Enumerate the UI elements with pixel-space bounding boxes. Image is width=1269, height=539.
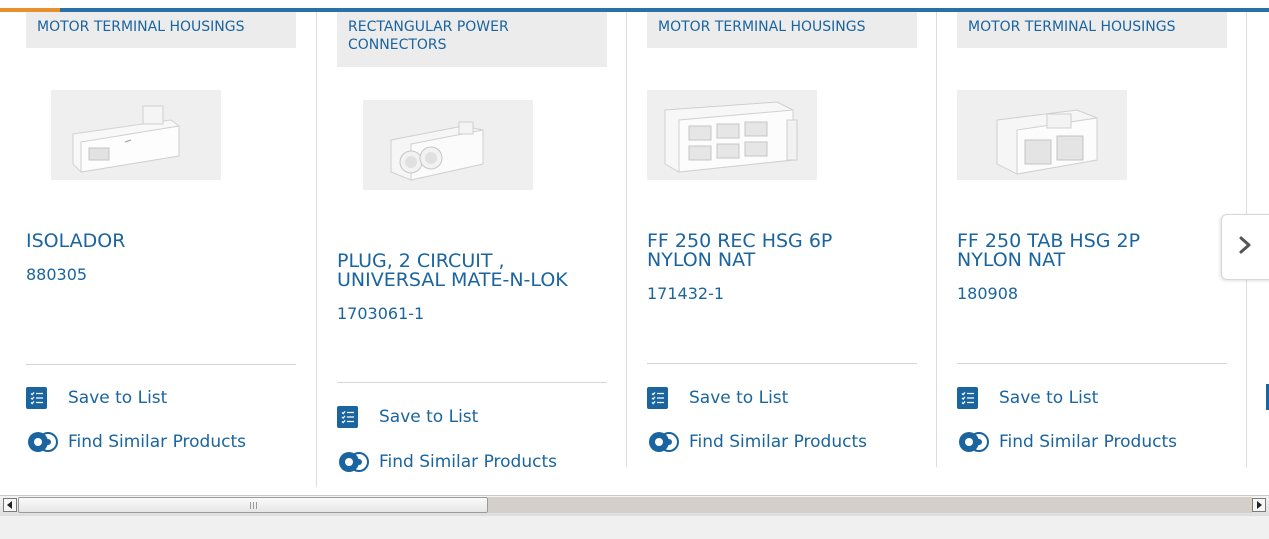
bottom-area [0,516,1269,539]
save-to-list-label: Save to List [999,388,1099,408]
find-similar-label: Find Similar Products [68,432,246,452]
similar-products-icon [337,449,371,475]
product-name[interactable]: ISOLADOR [26,232,288,251]
category-tag[interactable]: RECTANGULAR POWER CONNECTORS [337,12,607,67]
product-card: MOTOR TERMINAL HOUSINGS FF 250 REC HSG 6… [647,12,917,495]
save-to-list-label: Save to List [68,388,168,408]
category-tag[interactable]: MOTOR TERMINAL HOUSINGS [26,12,296,48]
part-number[interactable]: 171432-1 [647,285,724,303]
card-separator [337,382,607,383]
save-to-list-button[interactable]: Save to List [26,385,167,411]
save-to-list-button[interactable]: Save to List [337,404,478,430]
checklist-icon [26,387,47,409]
part-number[interactable]: 180908 [957,285,1018,303]
product-name[interactable]: PLUG, 2 CIRCUIT , UNIVERSAL MATE-N-LOK [337,252,599,290]
card-separator [26,364,296,365]
find-similar-button[interactable]: Find Similar Products [647,429,867,455]
scrollbar-track-remaining[interactable] [488,497,1252,513]
checklist-icon [957,387,978,409]
find-similar-label: Find Similar Products [999,432,1177,452]
chevron-right-icon [1238,236,1252,258]
carousel-next-button[interactable] [1221,214,1269,280]
product-carousel: MOTOR TERMINAL HOUSINGS ISOLADOR 880305 … [0,12,1269,495]
scrollbar-thumb[interactable] [18,497,488,513]
product-card: MOTOR TERMINAL HOUSINGS FF 250 TAB HSG 2… [957,12,1227,495]
similar-products-icon [957,429,991,455]
card-divider [936,12,937,467]
product-name[interactable]: FF 250 REC HSG 6P NYLON NAT [647,232,877,270]
card-divider [626,12,627,467]
find-similar-label: Find Similar Products [689,432,867,452]
part-number[interactable]: 880305 [26,266,87,284]
card-separator [647,363,917,364]
top-accent-bar [0,0,1269,12]
find-similar-button[interactable]: Find Similar Products [957,429,1177,455]
product-card: RECTANGULAR POWER CONNECTORS PLUG, 2 CIR… [337,12,607,495]
similar-products-icon [647,429,681,455]
part-number[interactable]: 1703061-1 [337,305,424,323]
find-similar-button[interactable]: Find Similar Products [26,429,246,455]
similar-products-icon [26,429,60,455]
save-to-list-button[interactable]: Save to List [647,385,788,411]
scrollbar-grip-icon [249,501,257,509]
product-name[interactable]: FF 250 TAB HSG 2P NYLON NAT [957,232,1187,270]
product-card: MOTOR TERMINAL HOUSINGS ISOLADOR 880305 … [26,12,296,495]
category-tag[interactable]: MOTOR TERMINAL HOUSINGS [957,12,1227,48]
save-to-list-button[interactable]: Save to List [957,385,1098,411]
scroll-right-arrow[interactable] [1252,498,1266,512]
find-similar-label: Find Similar Products [379,452,557,472]
card-divider [316,12,317,487]
product-image[interactable] [363,100,533,190]
category-tag[interactable]: MOTOR TERMINAL HOUSINGS [647,12,917,48]
horizontal-scrollbar[interactable] [0,495,1269,516]
card-separator [957,363,1227,364]
product-image[interactable] [957,90,1127,180]
checklist-icon [337,406,358,428]
find-similar-button[interactable]: Find Similar Products [337,449,557,475]
product-image[interactable] [51,90,221,180]
checklist-icon [647,387,668,409]
save-to-list-label: Save to List [379,407,479,427]
scroll-left-arrow[interactable] [3,498,17,512]
save-to-list-label: Save to List [689,388,789,408]
product-image[interactable] [647,90,817,180]
